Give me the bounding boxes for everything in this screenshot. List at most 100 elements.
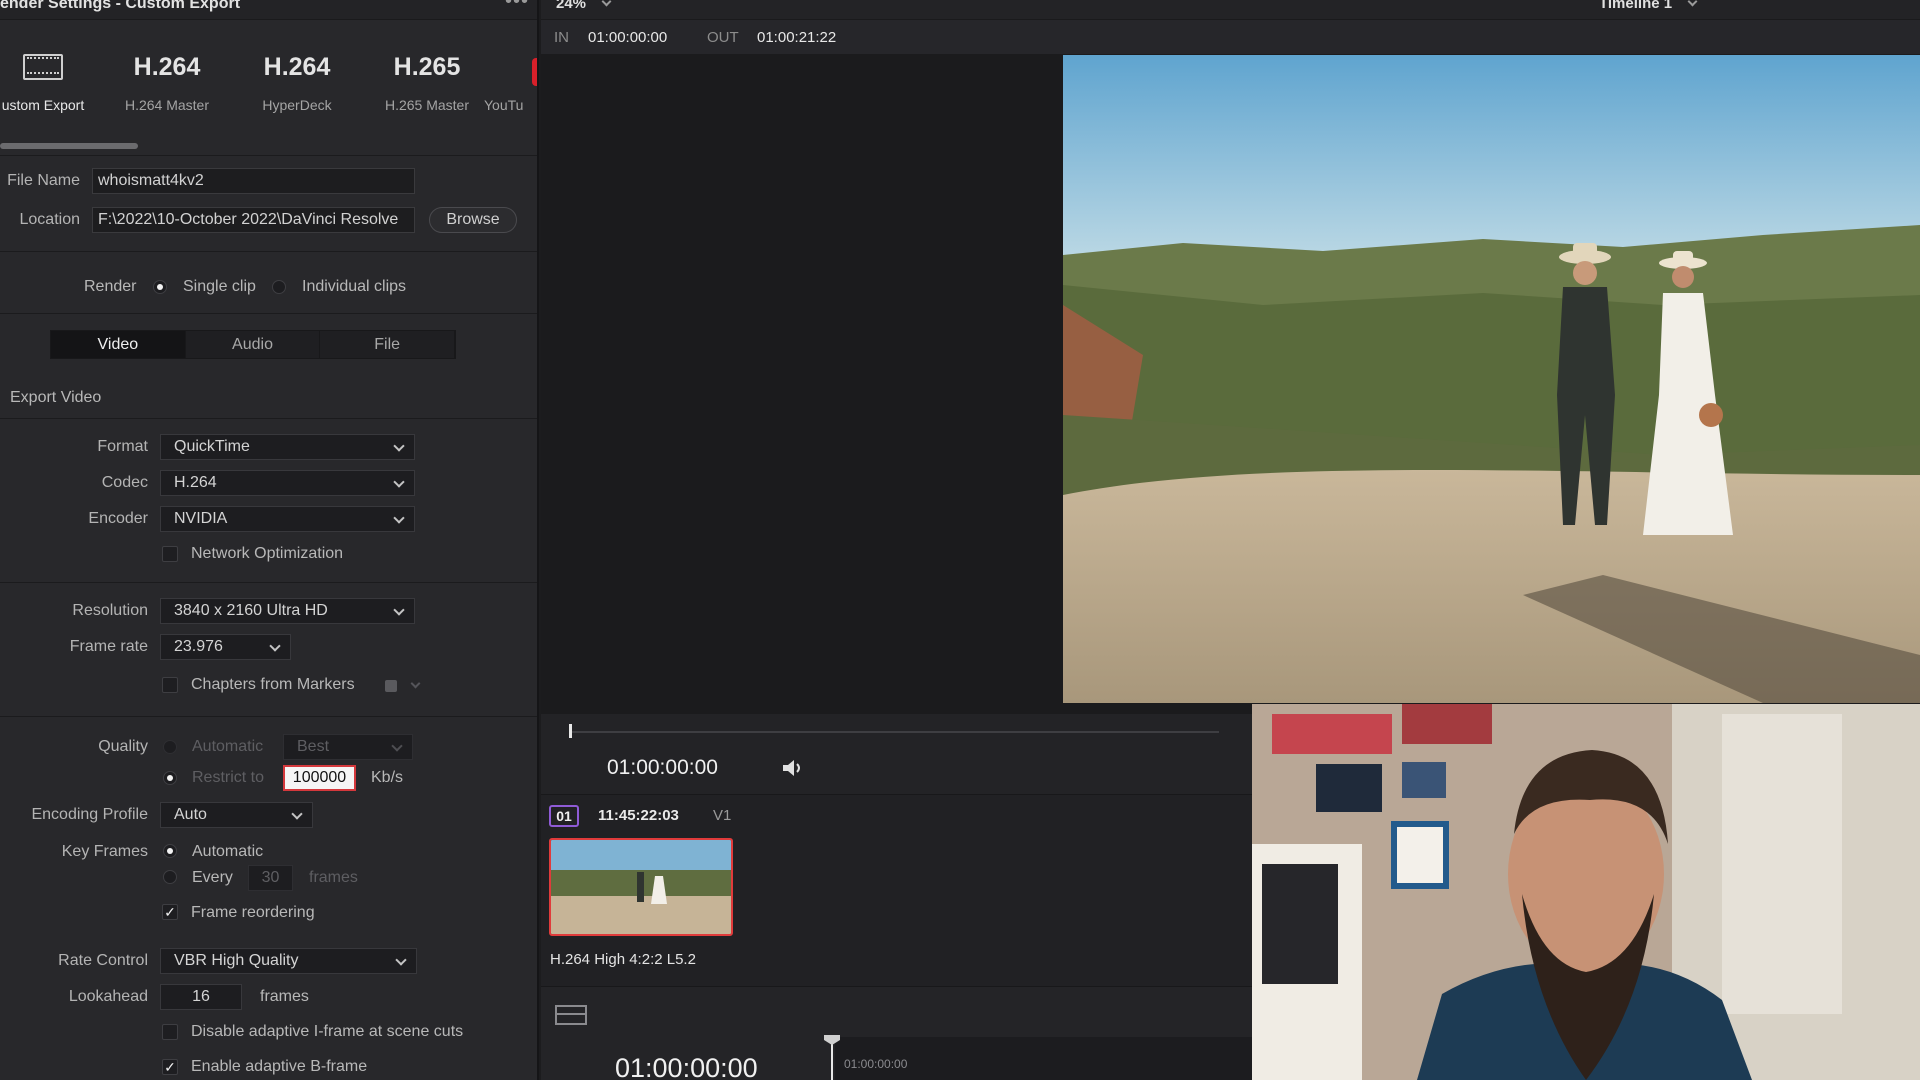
chevron-down-icon bbox=[393, 440, 405, 452]
resolution-value: 3840 x 2160 Ultra HD bbox=[174, 602, 328, 619]
restrict-to-radio[interactable] bbox=[163, 771, 177, 785]
file-name-input[interactable]: whoismatt4kv2 bbox=[92, 168, 415, 194]
tab-file[interactable]: File bbox=[320, 331, 456, 358]
ruler-timecode: 01:00:00:00 bbox=[844, 1057, 908, 1071]
chevron-down-icon bbox=[395, 954, 407, 966]
bitrate-input[interactable]: 100000 bbox=[283, 765, 356, 791]
presenter-webcam-image bbox=[1252, 704, 1920, 1080]
scrub-playhead[interactable] bbox=[569, 724, 572, 738]
chevron-down-icon bbox=[269, 640, 281, 652]
codec-dropdown[interactable]: H.264 bbox=[160, 470, 415, 496]
in-label: IN bbox=[554, 29, 569, 46]
codec-value: H.264 bbox=[174, 474, 217, 491]
quality-best-dropdown[interactable]: Best bbox=[283, 734, 413, 760]
preset-h265-master[interactable]: H.265 H.265 Master bbox=[372, 50, 482, 113]
wedding-canyon-image bbox=[1063, 55, 1920, 703]
scrub-track[interactable] bbox=[569, 731, 1219, 733]
preset-h264-master[interactable]: H.264 H.264 Master bbox=[112, 50, 222, 113]
encoding-profile-dropdown[interactable]: Auto bbox=[160, 802, 313, 828]
disable-adaptive-iframe-checkbox[interactable] bbox=[162, 1024, 178, 1040]
key-frames-automatic-label: Automatic bbox=[192, 843, 264, 860]
single-clip-radio[interactable] bbox=[153, 280, 167, 294]
viewer-transport: 01:00:00:00 bbox=[541, 714, 1252, 794]
viewer-header: 24% Timeline 1 bbox=[541, 0, 1920, 20]
quality-best-value: Best bbox=[297, 738, 330, 755]
key-frames-every-label: Every bbox=[192, 869, 233, 886]
quality-label: Quality bbox=[98, 738, 148, 755]
clip-timecode: 11:45:22:03 bbox=[598, 807, 679, 824]
preset-hyperdeck[interactable]: H.264 HyperDeck bbox=[242, 50, 352, 113]
more-options-icon[interactable]: ••• bbox=[505, 0, 529, 13]
in-timecode[interactable]: 01:00:00:00 bbox=[588, 29, 667, 46]
quality-automatic-radio[interactable] bbox=[163, 740, 177, 754]
disable-adaptive-iframe-label: Disable adaptive I-frame at scene cuts bbox=[191, 1023, 464, 1040]
timeline-view-icon[interactable] bbox=[555, 1005, 587, 1025]
encoding-profile-value: Auto bbox=[174, 806, 207, 823]
codec-label: Codec bbox=[101, 474, 148, 491]
out-label: OUT bbox=[707, 29, 739, 46]
key-frames-label: Key Frames bbox=[61, 843, 148, 860]
export-video-label: Export Video bbox=[10, 389, 102, 406]
encoder-label: Encoder bbox=[88, 510, 148, 527]
tab-audio[interactable]: Audio bbox=[186, 331, 321, 358]
film-strip-icon bbox=[23, 54, 63, 80]
tab-video[interactable]: Video bbox=[51, 331, 186, 358]
lookahead-input[interactable]: 16 bbox=[160, 984, 242, 1010]
preset-codec-text: H.264 bbox=[263, 53, 331, 81]
individual-clips-label: Individual clips bbox=[302, 278, 407, 295]
individual-clips-radio[interactable] bbox=[272, 280, 286, 294]
chevron-down-icon[interactable] bbox=[601, 0, 612, 7]
resolution-dropdown[interactable]: 3840 x 2160 Ultra HD bbox=[160, 598, 415, 624]
zoom-dropdown[interactable]: 24% bbox=[556, 0, 586, 12]
network-optimization-label: Network Optimization bbox=[191, 545, 344, 562]
presets-scrollbar[interactable] bbox=[0, 143, 138, 149]
out-timecode[interactable]: 01:00:21:22 bbox=[757, 29, 836, 46]
encoder-dropdown[interactable]: NVIDIA bbox=[160, 506, 415, 532]
viewer-timecode: 01:00:00:00 bbox=[607, 756, 718, 779]
lookahead-unit: frames bbox=[260, 988, 309, 1005]
format-dropdown[interactable]: QuickTime bbox=[160, 434, 415, 460]
settings-tabs: Video Audio File bbox=[50, 330, 456, 359]
chevron-down-icon[interactable] bbox=[410, 678, 421, 689]
preset-custom-export[interactable]: ustom Export bbox=[0, 50, 98, 113]
preset-youtube[interactable]: YouTu bbox=[484, 50, 537, 113]
mini-timeline: 01:00:00:00 01:00:00:00 bbox=[541, 986, 1252, 1080]
bitrate-unit: Kb/s bbox=[371, 769, 404, 786]
render-settings-panel: ender Settings - Custom Export ••• ustom… bbox=[0, 0, 539, 1080]
render-label: Render bbox=[84, 278, 137, 295]
network-optimization-checkbox[interactable] bbox=[162, 546, 178, 562]
clip-track: V1 bbox=[713, 807, 732, 824]
single-clip-label: Single clip bbox=[183, 278, 256, 295]
resolution-label: Resolution bbox=[72, 602, 148, 619]
enable-adaptive-bframe-checkbox[interactable]: ✓ bbox=[162, 1059, 178, 1075]
preset-label: H.264 Master bbox=[124, 97, 210, 113]
frame-rate-dropdown[interactable]: 23.976 bbox=[160, 634, 291, 660]
frame-reordering-checkbox[interactable]: ✓ bbox=[162, 904, 178, 920]
rate-control-dropdown[interactable]: VBR High Quality bbox=[160, 948, 417, 974]
clip-thumbnail[interactable] bbox=[549, 838, 733, 936]
encoding-profile-label: Encoding Profile bbox=[31, 806, 148, 823]
location-input[interactable]: F:\2022\10-October 2022\DaVinci Resolve bbox=[92, 207, 415, 233]
panel-titlebar: ender Settings - Custom Export ••• bbox=[0, 0, 537, 20]
preset-codec-text: H.265 bbox=[393, 53, 461, 81]
frame-rate-value: 23.976 bbox=[174, 638, 223, 655]
timeline-selector[interactable]: Timeline 1 bbox=[1599, 0, 1672, 12]
render-presets: ustom Export H.264 H.264 Master H.264 Hy… bbox=[0, 20, 537, 156]
preset-codec-text: H.264 bbox=[133, 53, 201, 81]
chevron-down-icon[interactable] bbox=[1687, 0, 1698, 7]
browse-button[interactable]: Browse bbox=[429, 207, 517, 233]
chevron-down-icon bbox=[393, 604, 405, 616]
timeline-playhead[interactable] bbox=[831, 1041, 833, 1080]
location-label: Location bbox=[19, 211, 81, 228]
clip-thumbnail-image bbox=[551, 840, 731, 934]
chapters-from-markers-checkbox[interactable] bbox=[162, 677, 178, 693]
encoder-value: NVIDIA bbox=[174, 510, 228, 527]
clip-panel: 01 11:45:22:03 V1 H.264 High 4:2:2 L5.2 bbox=[541, 794, 1252, 986]
key-frames-every-radio[interactable] bbox=[163, 870, 177, 884]
format-value: QuickTime bbox=[174, 438, 250, 455]
key-frames-every-input[interactable]: 30 bbox=[248, 865, 293, 891]
speaker-icon[interactable] bbox=[781, 758, 805, 778]
youtube-logo-icon bbox=[532, 58, 537, 86]
key-frames-automatic-radio[interactable] bbox=[163, 844, 177, 858]
marker-color-icon[interactable] bbox=[385, 680, 397, 692]
